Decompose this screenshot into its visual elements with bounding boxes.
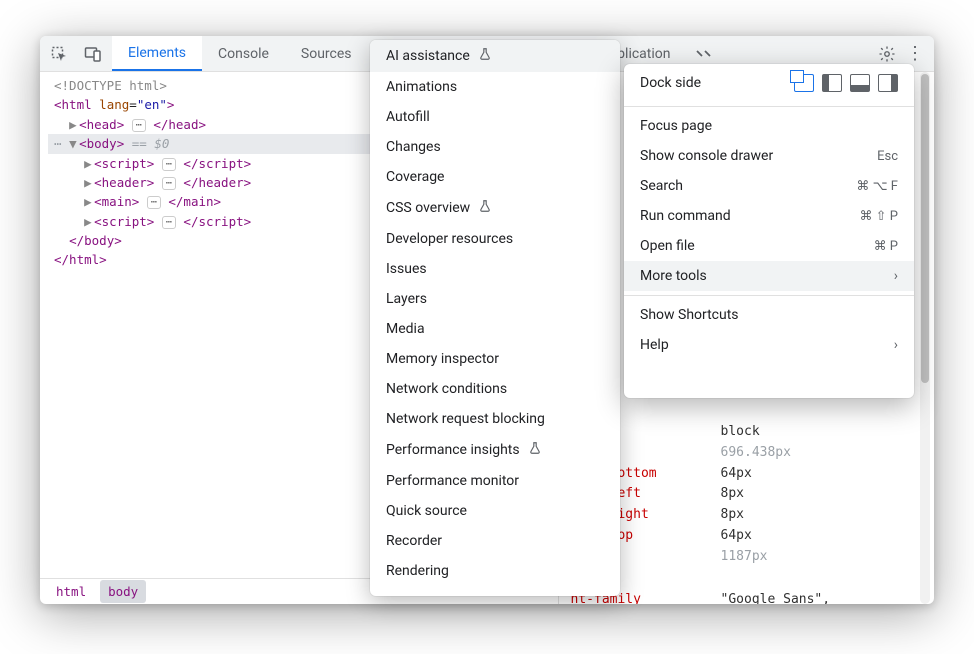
style-row: dth1187px <box>571 547 918 568</box>
css-value: 64px <box>721 464 752 485</box>
kebab-icon[interactable]: ⋮ <box>906 45 924 63</box>
breadcrumb-body[interactable]: body <box>100 580 146 603</box>
menu-more-tools[interactable]: More tools› <box>624 261 914 291</box>
tab-elements[interactable]: Elements <box>112 36 202 71</box>
flask-icon <box>528 441 542 459</box>
more-tools-media[interactable]: Media <box>370 314 620 344</box>
shortcut-esc: Esc <box>877 149 898 164</box>
menu-help[interactable]: Help› <box>624 330 914 360</box>
style-row: rgin-left8px <box>571 484 918 505</box>
menu-show-shortcuts[interactable]: Show Shortcuts <box>624 300 914 330</box>
shortcut-search: ⌘ ⌥ F <box>856 179 898 194</box>
more-tools-recorder[interactable]: Recorder <box>370 526 620 556</box>
css-value: 696.438px <box>721 443 791 464</box>
dock-side-label: Dock side <box>640 75 784 91</box>
more-tools-developer-resources[interactable]: Developer resources <box>370 224 620 254</box>
more-tools-changes[interactable]: Changes <box>370 132 620 162</box>
chevron-right-icon: › <box>894 337 898 353</box>
menu-open-file[interactable]: Open file⌘ P <box>624 231 914 261</box>
css-value: 8px <box>721 505 744 526</box>
style-row: rgin-right8px <box>571 505 918 526</box>
more-tools-coverage[interactable]: Coverage <box>370 162 620 192</box>
menu-search[interactable]: Search⌘ ⌥ F <box>624 171 914 201</box>
menu-run-command[interactable]: Run command⌘ ⇧ P <box>624 201 914 231</box>
css-value: 1187px <box>721 547 768 568</box>
more-tools-quick-source[interactable]: Quick source <box>370 496 620 526</box>
css-value: block <box>721 422 760 443</box>
style-row: ight696.438px <box>571 443 918 464</box>
css-value: 8px <box>721 484 744 505</box>
chevron-right-icon: › <box>894 268 898 284</box>
style-row: splayblock <box>571 422 918 443</box>
dock-undock-icon[interactable] <box>794 74 814 92</box>
shortcut-runcmd: ⌘ ⇧ P <box>859 209 898 224</box>
dock-left-icon[interactable] <box>822 74 842 92</box>
more-tools-ai-assistance[interactable]: AI assistance <box>370 40 620 72</box>
tab-sources[interactable]: Sources <box>285 36 368 71</box>
tab-console[interactable]: Console <box>202 36 285 71</box>
header-node[interactable]: header <box>102 175 147 190</box>
more-tools-memory-inspector[interactable]: Memory inspector <box>370 344 620 374</box>
more-tools-network-request-blocking[interactable]: Network request blocking <box>370 404 620 434</box>
menu-focus-page[interactable]: Focus page <box>624 111 914 141</box>
flask-icon <box>478 199 492 217</box>
more-tools-menu: AI assistanceAnimationsAutofillChangesCo… <box>370 40 620 596</box>
doctype-node[interactable]: <!DOCTYPE html> <box>54 78 167 93</box>
gear-icon[interactable] <box>878 45 896 63</box>
inspect-icon[interactable] <box>50 45 68 63</box>
shortcut-openfile: ⌘ P <box>874 239 898 254</box>
head-node[interactable]: head <box>87 117 117 132</box>
more-tools-layers[interactable]: Layers <box>370 284 620 314</box>
more-tools-performance-monitor[interactable]: Performance monitor <box>370 466 620 496</box>
more-tools-rendering[interactable]: Rendering <box>370 556 620 586</box>
more-tools-network-conditions[interactable]: Network conditions <box>370 374 620 404</box>
more-tools-performance-insights[interactable]: Performance insights <box>370 434 620 466</box>
settings-menu: Dock side Focus page Show console drawer… <box>624 64 914 398</box>
more-tools-animations[interactable]: Animations <box>370 72 620 102</box>
scrollbar[interactable] <box>920 72 930 604</box>
device-toggle-icon[interactable] <box>84 45 102 63</box>
dock-side-row: Dock side <box>624 64 914 102</box>
html-close: /html <box>62 252 100 267</box>
css-value: 64px <box>721 526 752 547</box>
tabs: Elements Console Sources <box>112 36 368 71</box>
html-open[interactable]: html <box>62 97 92 112</box>
main-node[interactable]: main <box>102 194 132 209</box>
css-value: "Google Sans", <box>721 590 831 604</box>
script-node-2[interactable]: script <box>102 214 147 229</box>
more-tools-css-overview[interactable]: CSS overview <box>370 192 620 224</box>
more-tools-issues[interactable]: Issues <box>370 254 620 284</box>
selection-annotation: == $0 <box>124 136 169 151</box>
breadcrumb-html[interactable]: html <box>48 580 94 603</box>
dock-right-icon[interactable] <box>878 74 898 92</box>
dock-bottom-icon[interactable] <box>850 74 870 92</box>
body-close: /body <box>77 233 115 248</box>
menu-console-drawer[interactable]: Show console drawerEsc <box>624 141 914 171</box>
style-row: rgin-bottom64px <box>571 464 918 485</box>
more-tools-autofill[interactable]: Autofill <box>370 102 620 132</box>
flask-icon <box>478 47 492 65</box>
style-row: nt-family"Google Sans", <box>571 590 918 604</box>
script-node-1[interactable]: script <box>102 156 147 171</box>
style-row: rgin-top64px <box>571 526 918 547</box>
